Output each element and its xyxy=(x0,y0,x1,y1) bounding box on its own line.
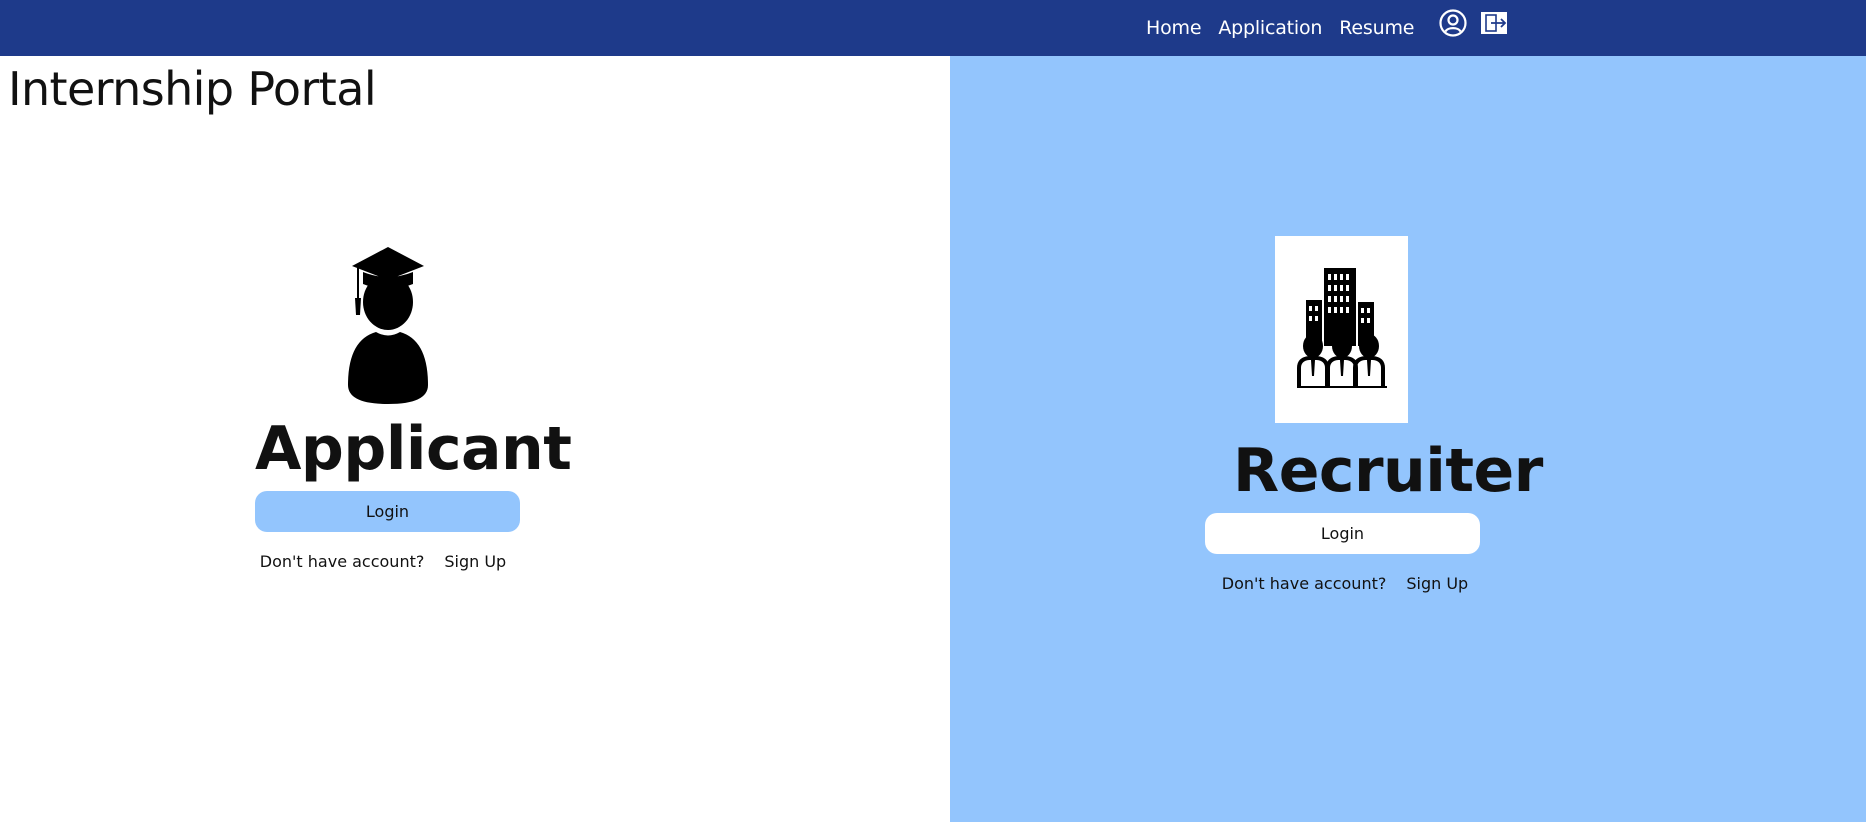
recruiter-signup-row: Don't have account? Sign Up xyxy=(1205,574,1485,593)
graduate-icon xyxy=(255,240,525,405)
top-navbar: Home Application Resume xyxy=(0,0,1866,56)
applicant-title: Applicant xyxy=(255,414,572,484)
company-building-icon xyxy=(1296,267,1387,392)
recruiter-signup-link[interactable]: Sign Up xyxy=(1406,574,1468,593)
recruiter-title: Recruiter xyxy=(1233,436,1543,506)
recruiter-image xyxy=(1275,236,1408,423)
user-circle-icon[interactable] xyxy=(1438,8,1468,42)
logout-icon[interactable] xyxy=(1480,10,1510,40)
applicant-signup-row: Don't have account? Sign Up xyxy=(241,552,525,571)
recruiter-no-account-text: Don't have account? xyxy=(1221,574,1387,593)
nav-link-application[interactable]: Application xyxy=(1218,17,1322,39)
page-title: Internship Portal xyxy=(8,62,377,116)
main-nav: Home Application Resume xyxy=(1146,0,1431,56)
recruiter-section: Recruiter Login Don't have account? Sign… xyxy=(1205,236,1543,593)
nav-icon-group xyxy=(1438,8,1510,42)
nav-link-home[interactable]: Home xyxy=(1146,17,1202,39)
recruiter-login-button[interactable]: Login xyxy=(1205,513,1480,554)
applicant-section: Applicant Login Don't have account? Sign… xyxy=(255,240,572,571)
nav-link-resume[interactable]: Resume xyxy=(1339,17,1414,39)
applicant-no-account-text: Don't have account? xyxy=(259,552,425,571)
applicant-login-button[interactable]: Login xyxy=(255,491,520,532)
applicant-signup-link[interactable]: Sign Up xyxy=(444,552,506,571)
